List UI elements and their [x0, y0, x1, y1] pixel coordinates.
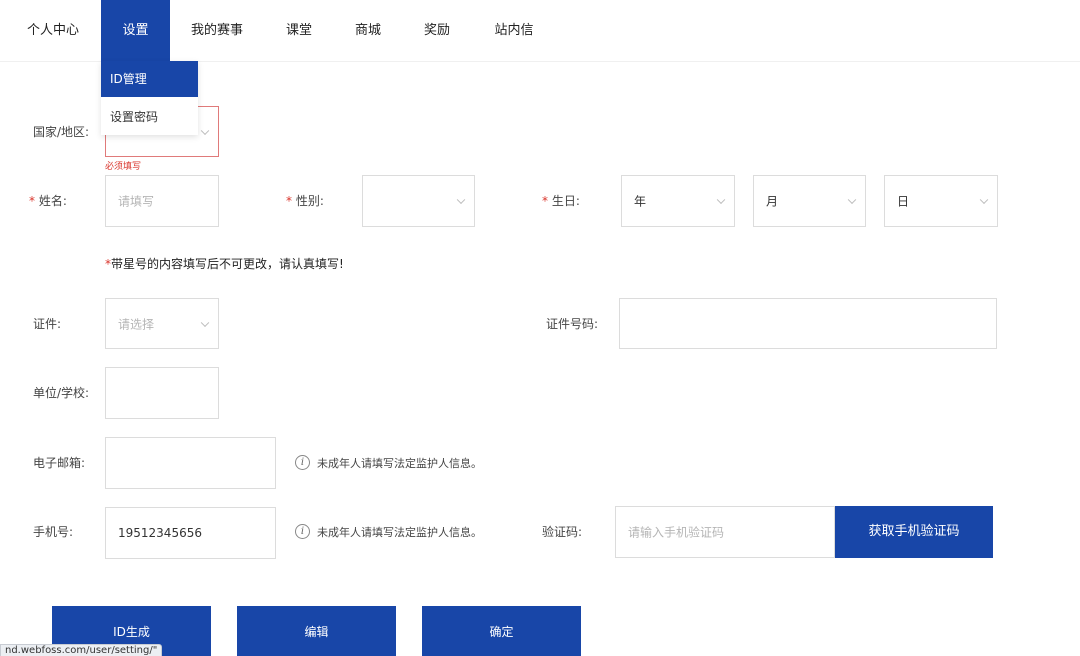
- nav-item-messages[interactable]: 站内信: [489, 0, 539, 61]
- nav-item-shop[interactable]: 商城: [345, 0, 391, 61]
- nav-item-classroom[interactable]: 课堂: [276, 0, 322, 61]
- chevron-down-icon: [716, 195, 726, 205]
- settings-dropdown: ID管理 设置密码: [101, 61, 198, 135]
- id-type-select[interactable]: 请选择: [105, 298, 219, 349]
- nav-item-rewards[interactable]: 奖励: [414, 0, 460, 61]
- get-code-button[interactable]: 获取手机验证码: [835, 506, 993, 558]
- email-label: 电子邮箱:: [33, 456, 86, 470]
- phone-label: 手机号:: [33, 525, 74, 539]
- email-hint: 未成年人请填写法定监护人信息。: [317, 457, 482, 470]
- dropdown-item-set-password[interactable]: 设置密码: [101, 99, 198, 135]
- nav-item-my-events[interactable]: 我的赛事: [186, 0, 248, 61]
- id-number-input[interactable]: [619, 298, 997, 349]
- name-input[interactable]: 请填写: [105, 175, 219, 227]
- info-icon: i: [295, 455, 310, 470]
- edit-button[interactable]: 编辑: [237, 606, 396, 656]
- code-label: 验证码:: [542, 525, 583, 539]
- info-icon: i: [295, 524, 310, 539]
- name-label: * 姓名:: [29, 194, 67, 208]
- phone-hint: 未成年人请填写法定监护人信息。: [317, 526, 482, 539]
- gender-label: * 性别:: [286, 194, 324, 208]
- birthday-label: * 生日:: [542, 194, 580, 208]
- nav-item-profile[interactable]: 个人中心: [14, 0, 92, 61]
- birth-day-select[interactable]: 日: [884, 175, 998, 227]
- chevron-down-icon: [979, 195, 989, 205]
- status-bar-url: nd.webfoss.com/user/setting/": [0, 644, 163, 656]
- birth-month-select[interactable]: 月: [753, 175, 866, 227]
- email-input[interactable]: [105, 437, 276, 489]
- top-nav: 个人中心 设置 我的赛事 课堂 商城 奖励 站内信: [0, 0, 1080, 62]
- chevron-down-icon: [200, 126, 210, 135]
- phone-input[interactable]: 19512345656: [105, 507, 276, 559]
- chevron-down-icon: [200, 318, 210, 327]
- chevron-down-icon: [456, 195, 466, 205]
- gender-select[interactable]: [362, 175, 475, 227]
- chevron-down-icon: [847, 195, 857, 205]
- country-label: 国家/地区:: [33, 125, 90, 139]
- required-notice: *带星号的内容填写后不可更改，请认真填写!: [105, 257, 344, 271]
- id-type-label: 证件:: [33, 317, 62, 331]
- nav-item-settings[interactable]: 设置: [101, 0, 170, 61]
- confirm-button[interactable]: 确定: [422, 606, 581, 656]
- school-label: 单位/学校:: [33, 386, 90, 400]
- dropdown-item-id-management[interactable]: ID管理: [101, 61, 198, 97]
- birth-year-select[interactable]: 年: [621, 175, 735, 227]
- school-input[interactable]: [105, 367, 219, 419]
- id-number-label: 证件号码:: [546, 317, 599, 331]
- country-error: 必须填写: [105, 162, 142, 172]
- code-input[interactable]: 请输入手机验证码: [615, 506, 835, 558]
